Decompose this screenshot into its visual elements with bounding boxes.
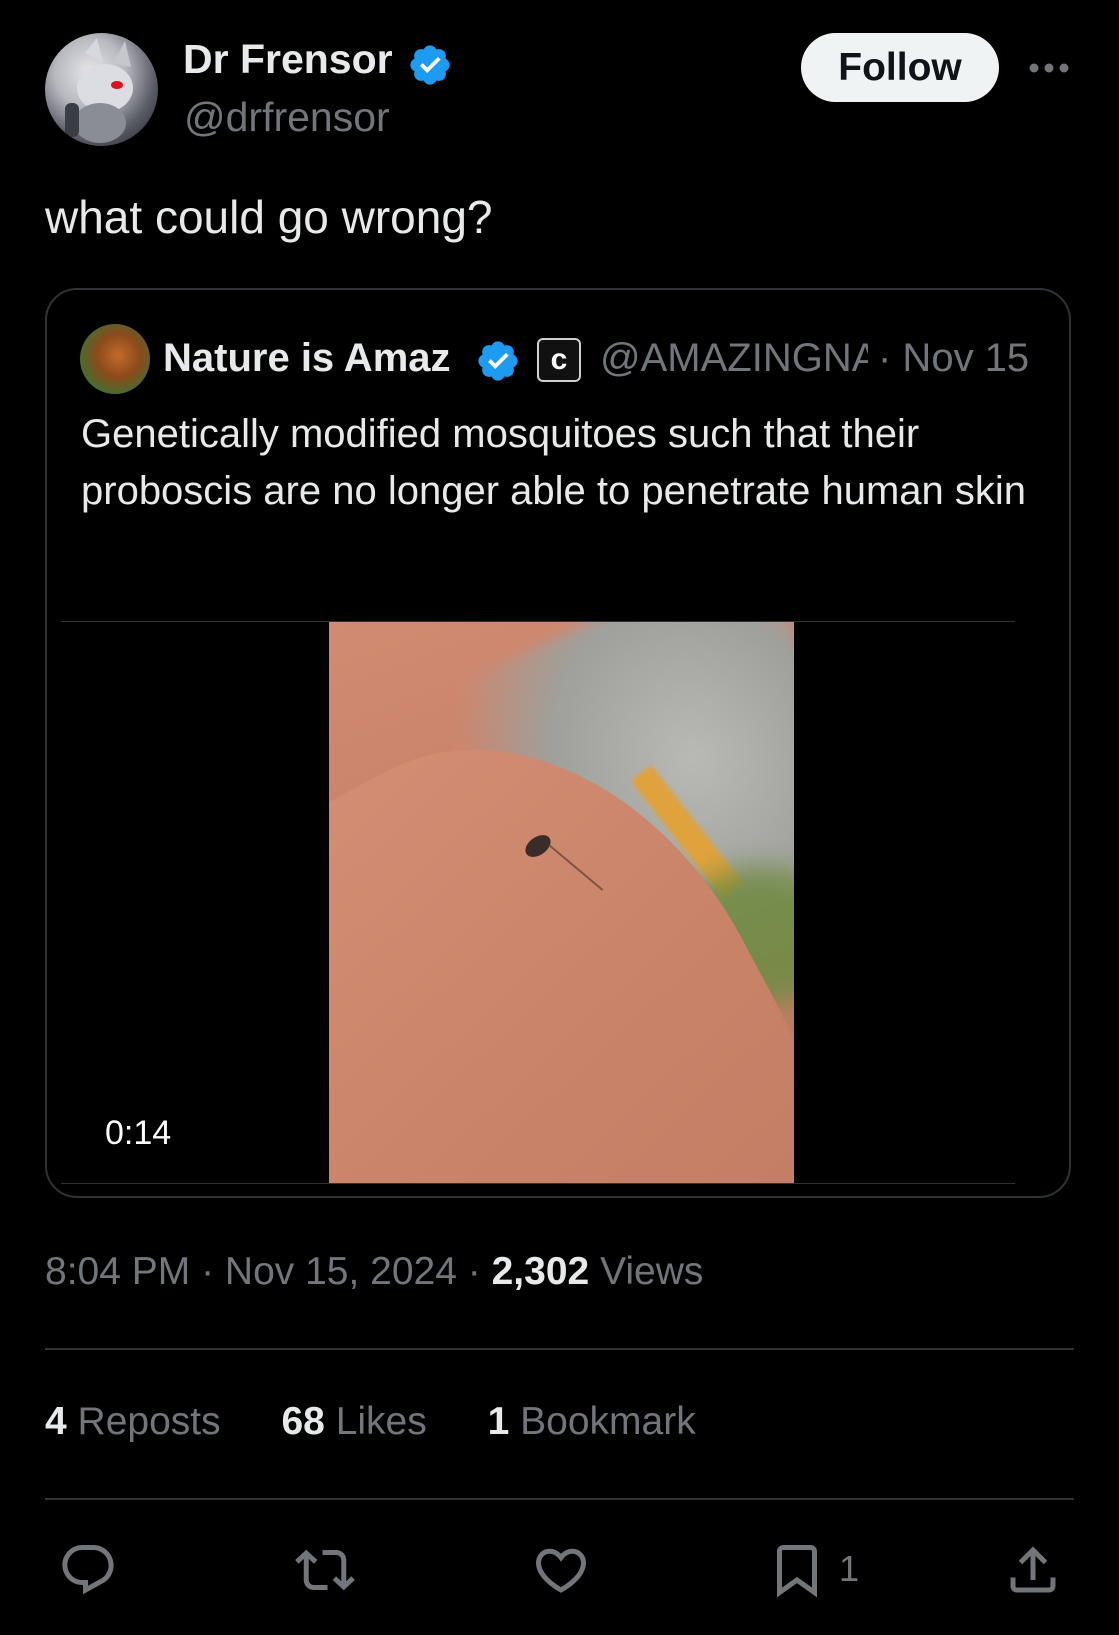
author-avatar[interactable] — [45, 33, 158, 146]
verified-badge-icon — [478, 341, 518, 381]
bookmark-count: 1 — [839, 1548, 860, 1589]
bookmark-icon[interactable] — [767, 1540, 827, 1600]
engagement-stats: 4 Reposts 68 Likes 1 Bookmark — [45, 1400, 746, 1444]
likes-stat[interactable]: 68 Likes — [281, 1400, 426, 1443]
author-name[interactable]: Dr Frensor — [183, 36, 393, 83]
reply-icon[interactable] — [58, 1540, 118, 1600]
video-duration: 0:14 — [105, 1114, 172, 1152]
repost-icon[interactable] — [295, 1540, 355, 1600]
share-icon[interactable] — [1003, 1540, 1063, 1600]
like-icon[interactable] — [531, 1540, 591, 1600]
quote-author-name[interactable]: Nature is Amaz — [163, 336, 451, 381]
divider — [45, 1348, 1074, 1350]
bookmarks-stat[interactable]: 1 Bookmark — [488, 1400, 696, 1443]
views-label: Views — [600, 1250, 704, 1293]
quote-date[interactable]: · Nov 15 — [878, 336, 1029, 381]
views-count: 2,302 — [491, 1250, 590, 1293]
verified-badge-icon — [410, 45, 450, 85]
tweet-text: what could go wrong? — [45, 191, 493, 243]
divider — [45, 1498, 1074, 1500]
quote-author-handle[interactable]: @AMAZINGNATURE — [600, 336, 868, 381]
video-thumbnail — [329, 622, 794, 1183]
affiliate-badge-icon: c — [537, 338, 581, 382]
tweet-date[interactable]: Nov 15, 2024 — [225, 1250, 457, 1293]
more-options-icon[interactable] — [1026, 48, 1072, 88]
quote-author-avatar[interactable] — [80, 324, 150, 394]
reposts-stat[interactable]: 4 Reposts — [45, 1400, 221, 1443]
quote-text: Genetically modified mosquitoes such tha… — [81, 412, 1027, 513]
follow-button[interactable]: Follow — [801, 33, 999, 102]
author-handle[interactable]: @drfrensor — [184, 94, 390, 141]
tweet-meta: 8:04 PM · Nov 15, 2024 · 2,302 Views — [45, 1250, 704, 1293]
video-player[interactable] — [61, 621, 1015, 1184]
tweet-time[interactable]: 8:04 PM — [45, 1250, 190, 1293]
